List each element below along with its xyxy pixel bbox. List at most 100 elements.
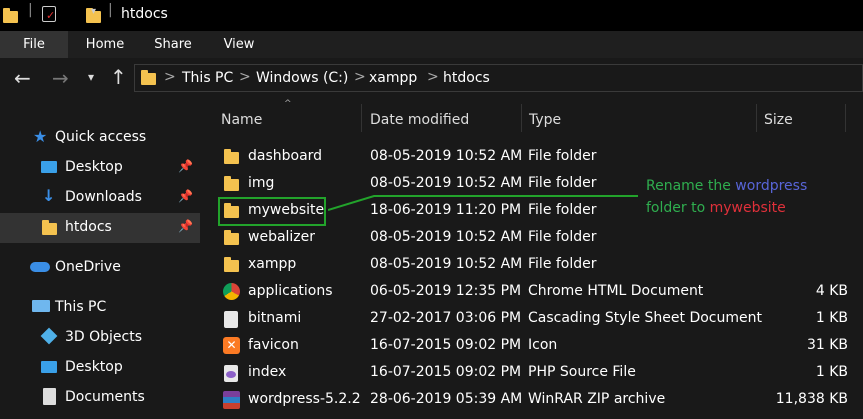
column-header-name[interactable]: Name (221, 110, 262, 134)
sidebar-item-label: htdocs (65, 219, 112, 235)
folder-icon (224, 149, 239, 164)
recent-locations-icon[interactable]: ▾ (88, 70, 94, 84)
sidebar-item-label: Quick access (55, 129, 147, 145)
sidebar-item-onedrive[interactable]: OneDrive (0, 253, 200, 283)
folder-icon (141, 70, 156, 85)
column-divider[interactable] (756, 104, 757, 132)
forward-arrow-icon[interactable]: → (52, 66, 69, 90)
file-date: 08-05-2019 10:52 AM (370, 229, 523, 245)
file-size: 1 KB (815, 364, 848, 380)
css-file-icon (224, 311, 238, 328)
breadcrumb-xampp[interactable]: xampp (369, 70, 417, 86)
cube-icon (40, 327, 58, 345)
tab-view[interactable]: View (214, 31, 264, 58)
sidebar-item-this-pc[interactable]: This PC (0, 293, 200, 323)
file-size: 11,838 KB (775, 391, 848, 407)
php-file-icon (224, 365, 238, 382)
sidebar-item-desktop-pc[interactable]: Desktop (0, 353, 200, 383)
file-name: favicon (248, 337, 299, 353)
file-date: 28-06-2019 05:39 AM (370, 391, 523, 407)
file-date: 06-05-2019 12:35 PM (370, 283, 522, 299)
pin-icon[interactable]: 📌 (178, 219, 193, 233)
properties-icon[interactable]: ✓ (42, 6, 56, 22)
desktop-icon (41, 161, 57, 173)
column-header-type[interactable]: Type (529, 110, 561, 134)
computer-icon (32, 300, 50, 312)
sidebar-item-3d-objects[interactable]: 3D Objects (0, 323, 200, 353)
column-header-date[interactable]: Date modified (370, 110, 469, 134)
file-name: bitnami (248, 310, 302, 326)
annotation-text: Rename the wordpress folder to mywebsite (646, 175, 856, 219)
xampp-icon: ✕ (223, 337, 240, 354)
documents-icon (43, 388, 56, 405)
sidebar-item-documents[interactable]: Documents (0, 383, 200, 413)
file-type: File folder (528, 175, 597, 191)
file-size: 1 KB (815, 310, 848, 326)
sidebar-item-htdocs[interactable]: htdocs 📌 (0, 213, 200, 243)
file-type: PHP Source File (528, 364, 636, 380)
folder-icon[interactable] (3, 8, 18, 23)
table-row[interactable]: xampp 08-05-2019 10:52 AM File folder (221, 252, 863, 279)
table-row[interactable]: index 16-07-2015 09:02 PM PHP Source Fil… (221, 360, 863, 387)
tab-file[interactable]: File (0, 31, 68, 58)
sidebar-item-quick-access[interactable]: ★ Quick access (0, 123, 200, 153)
file-type: File folder (528, 229, 597, 245)
title-bar: | ✓ ▾ | htdocs (0, 0, 863, 31)
table-row[interactable]: applications 06-05-2019 12:35 PM Chrome … (221, 279, 863, 306)
chrome-icon (223, 283, 240, 300)
file-date: 08-05-2019 10:52 AM (370, 256, 523, 272)
tab-share[interactable]: Share (148, 31, 198, 58)
column-divider[interactable] (521, 104, 522, 132)
file-size: 31 KB (806, 337, 848, 353)
cloud-icon (30, 262, 50, 272)
pin-icon[interactable]: 📌 (178, 159, 193, 173)
folder-icon (224, 176, 239, 191)
sidebar-item-downloads[interactable]: ↓ Downloads 📌 (0, 183, 200, 213)
tab-home[interactable]: Home (80, 31, 130, 58)
sidebar-item-label: This PC (55, 299, 107, 315)
file-name: dashboard (248, 148, 323, 164)
breadcrumb-htdocs[interactable]: htdocs (443, 70, 490, 86)
dropdown-icon[interactable]: ▾ (91, 6, 96, 17)
column-divider[interactable] (845, 104, 846, 132)
column-header-size[interactable]: Size (764, 110, 793, 134)
table-row[interactable]: dashboard 08-05-2019 10:52 AM File folde… (221, 144, 863, 171)
file-type: Cascading Style Sheet Document (528, 310, 762, 326)
file-type: File folder (528, 256, 597, 272)
sidebar-item-label: Documents (65, 389, 145, 405)
breadcrumb-separator: > (427, 69, 439, 85)
table-row[interactable]: ✕ favicon 16-07-2015 09:02 PM Icon 31 KB (221, 333, 863, 360)
annotation-part: folder to (646, 200, 710, 216)
breadcrumb-windows-c[interactable]: Windows (C:) (256, 70, 348, 86)
sidebar-item-desktop[interactable]: Desktop 📌 (0, 153, 200, 183)
file-name: index (248, 364, 287, 380)
breadcrumb-separator: > (164, 69, 176, 85)
back-arrow-icon[interactable]: ← (14, 66, 31, 90)
sidebar-item-label: 3D Objects (65, 329, 143, 345)
separator: | (108, 2, 113, 18)
desktop-icon (41, 361, 57, 373)
file-type: Chrome HTML Document (528, 283, 704, 299)
file-date: 16-07-2015 09:02 PM (370, 337, 522, 353)
star-icon: ★ (33, 127, 48, 146)
folder-icon (224, 257, 239, 272)
file-name: xampp (248, 256, 297, 272)
ribbon-tabs: File Home Share View (0, 31, 863, 58)
file-type: WinRAR ZIP archive (528, 391, 666, 407)
table-row[interactable]: wordpress-5.2.2 28-06-2019 05:39 AM WinR… (221, 387, 863, 414)
file-name: webalizer (248, 229, 316, 245)
sort-ascending-icon: ^ (284, 99, 292, 109)
file-name: wordpress-5.2.2 (248, 391, 361, 407)
table-row[interactable]: bitnami 27-02-2017 03:06 PM Cascading St… (221, 306, 863, 333)
folder-icon (42, 220, 57, 235)
download-icon: ↓ (42, 186, 56, 205)
highlight-box (218, 197, 326, 226)
column-divider[interactable] (361, 104, 362, 132)
pin-icon[interactable]: 📌 (178, 189, 193, 203)
file-name: applications (248, 283, 333, 299)
table-row[interactable]: webalizer 08-05-2019 10:52 AM File folde… (221, 225, 863, 252)
annotation-connector (328, 195, 638, 211)
breadcrumb-this-pc[interactable]: This PC (182, 70, 233, 86)
file-type: File folder (528, 148, 597, 164)
up-arrow-icon[interactable]: ↑ (110, 65, 127, 89)
